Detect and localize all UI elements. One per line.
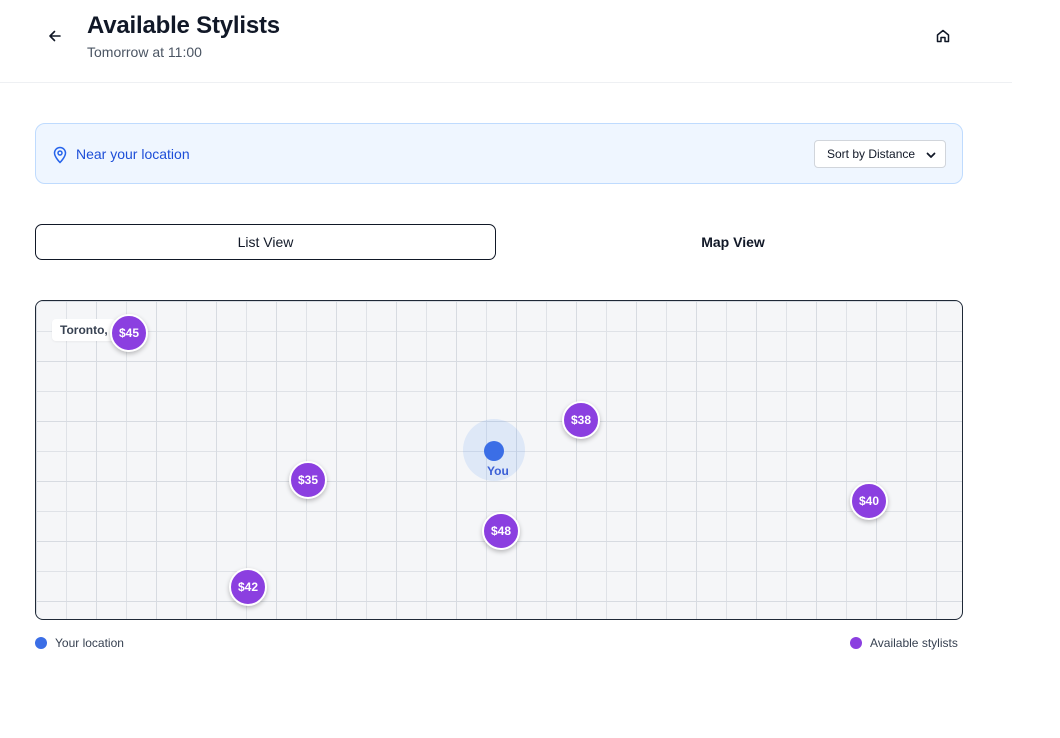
- home-icon: [936, 29, 950, 43]
- legend-dot-blue: [35, 637, 47, 649]
- map-pin-icon: [53, 146, 67, 164]
- user-location-label: You: [487, 464, 509, 478]
- sort-select[interactable]: Sort by Distance: [814, 140, 946, 168]
- location-bar: Near your location Sort by Distance: [35, 123, 963, 184]
- location-text: Near your location: [76, 146, 190, 162]
- city-label: Toronto,: [52, 319, 116, 341]
- home-button[interactable]: [930, 24, 956, 48]
- back-button[interactable]: [42, 24, 68, 48]
- stylist-marker[interactable]: $48: [482, 512, 520, 550]
- tab-list-view[interactable]: List View: [35, 224, 496, 260]
- legend-your-location: Your location: [35, 636, 124, 650]
- page-title: Available Stylists: [87, 12, 280, 39]
- page-subtitle: Tomorrow at 11:00: [87, 44, 202, 60]
- stylist-marker[interactable]: $45: [110, 314, 148, 352]
- legend-label: Your location: [55, 636, 124, 650]
- legend-dot-purple: [850, 637, 862, 649]
- header: Available Stylists Tomorrow at 11:00: [0, 0, 1012, 83]
- stylist-map[interactable]: Toronto, You $45 $38 $35 $48 $40 $42: [35, 300, 963, 620]
- stylist-marker[interactable]: $40: [850, 482, 888, 520]
- stylist-marker[interactable]: $35: [289, 461, 327, 499]
- legend-label: Available stylists: [870, 636, 958, 650]
- arrow-left-icon: [49, 30, 61, 42]
- user-location-marker: [484, 441, 504, 461]
- stylist-marker[interactable]: $38: [562, 401, 600, 439]
- chevron-down-icon: [926, 152, 936, 158]
- legend-available-stylists: Available stylists: [850, 636, 958, 650]
- stylist-marker[interactable]: $42: [229, 568, 267, 606]
- tab-map-view[interactable]: Map View: [503, 224, 963, 260]
- sort-select-value: Sort by Distance: [827, 147, 916, 161]
